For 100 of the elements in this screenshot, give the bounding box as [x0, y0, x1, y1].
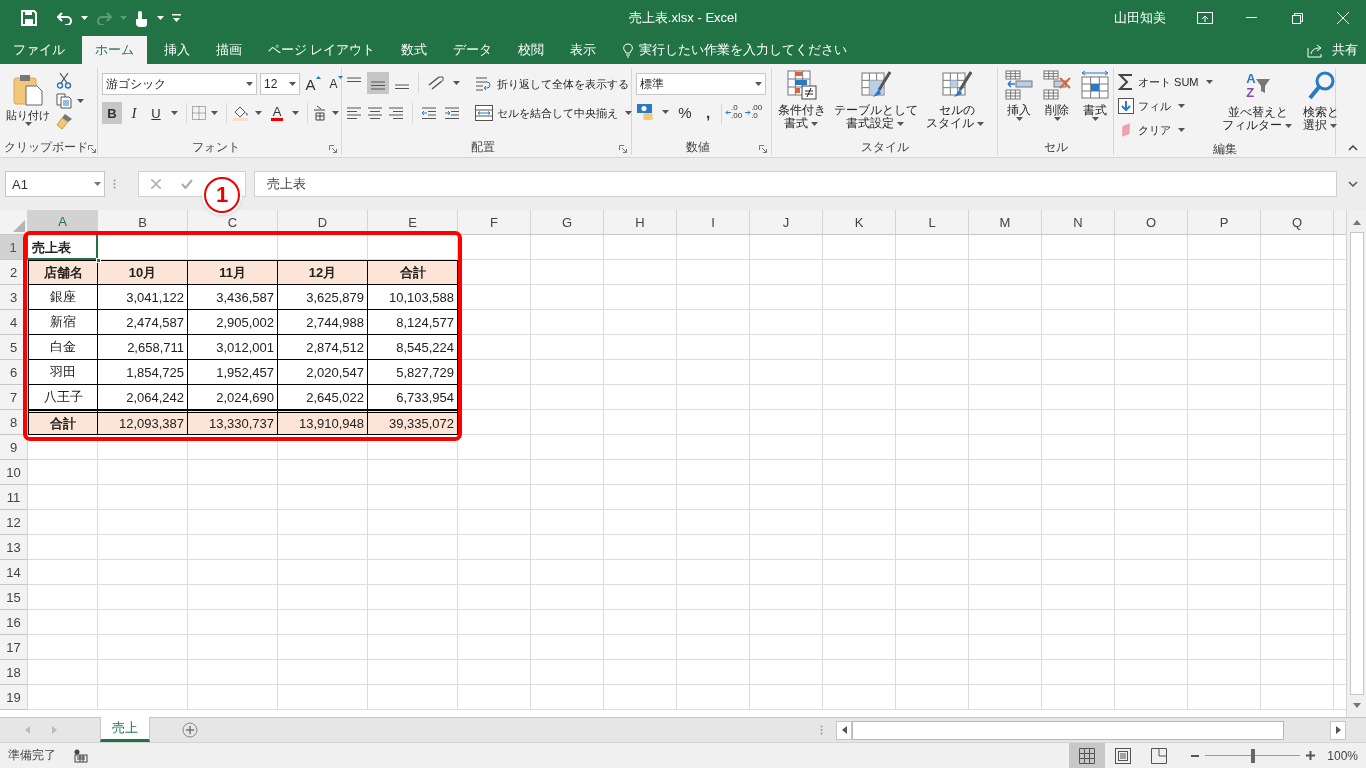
align-center-icon[interactable]: [367, 105, 383, 121]
column-header[interactable]: H: [604, 210, 677, 235]
customize-icon[interactable]: [172, 14, 181, 22]
italic-button[interactable]: I: [124, 102, 144, 124]
column-header[interactable]: Q: [1261, 210, 1334, 235]
caret-icon[interactable]: [292, 111, 299, 115]
caret-icon[interactable]: [157, 16, 164, 20]
shrink-font-button[interactable]: A: [326, 73, 346, 95]
align-right-icon[interactable]: [388, 105, 404, 121]
column-header[interactable]: O: [1115, 210, 1188, 235]
fill-handle[interactable]: [96, 258, 101, 263]
bold-button[interactable]: B: [102, 102, 122, 124]
format-painter-icon[interactable]: [56, 113, 73, 130]
row-header[interactable]: 17: [0, 635, 28, 660]
ribbon-tab[interactable]: 描画: [203, 36, 255, 64]
caret-icon[interactable]: [1091, 117, 1099, 121]
ribbon-tab[interactable]: データ: [440, 36, 506, 64]
clear-button[interactable]: クリア: [1118, 119, 1216, 141]
ribbon-tab[interactable]: 挿入: [151, 36, 203, 64]
caret-icon[interactable]: [453, 81, 460, 85]
minimize-icon[interactable]: [1245, 17, 1257, 19]
font-color-button[interactable]: A: [267, 102, 287, 124]
ribbon-tab[interactable]: ファイル: [0, 36, 78, 64]
close-icon[interactable]: [1337, 12, 1349, 24]
column-header[interactable]: K: [823, 210, 896, 235]
caret-icon[interactable]: [255, 111, 262, 115]
caret-icon[interactable]: [1205, 80, 1213, 84]
caret-icon[interactable]: [94, 182, 101, 186]
expand-icon[interactable]: [1348, 181, 1358, 187]
zoom-in-icon[interactable]: [1306, 751, 1316, 760]
ribbon-tab[interactable]: 校閲: [505, 36, 558, 64]
currency-icon[interactable]: [636, 103, 656, 121]
scroll-down-icon[interactable]: [1352, 702, 1361, 708]
font-name-field[interactable]: 游ゴシック: [102, 73, 257, 95]
ribbon-display-icon[interactable]: [1197, 12, 1213, 24]
style-button[interactable]: テーブルとして 書式設定: [832, 68, 920, 139]
formula-field[interactable]: 売上表: [254, 171, 1337, 197]
decrease-decimal-button[interactable]: .00 .0: [745, 104, 763, 120]
caret-icon[interactable]: [171, 111, 178, 115]
find-select-button[interactable]: 検索と 選択: [1300, 68, 1342, 141]
row-header[interactable]: 10: [0, 460, 28, 485]
caret-icon[interactable]: [810, 121, 818, 126]
cells-button[interactable]: 書式: [1078, 68, 1112, 139]
increase-indent-icon[interactable]: [444, 105, 462, 121]
collapse-ribbon-icon[interactable]: [1348, 145, 1358, 151]
caret-icon[interactable]: [246, 82, 253, 86]
merge-center-button[interactable]: セルを結合して中央揃え: [475, 102, 635, 124]
number-format-field[interactable]: 標準: [636, 73, 766, 95]
caret-icon[interactable]: [332, 111, 339, 115]
caret-icon[interactable]: [1329, 123, 1337, 128]
cells-button[interactable]: 削除: [1040, 68, 1074, 139]
save-icon[interactable]: [21, 10, 37, 26]
column-header[interactable]: L: [896, 210, 969, 235]
underline-button[interactable]: U: [146, 102, 166, 124]
scroll-left-icon[interactable]: [841, 726, 847, 734]
touch-icon[interactable]: [135, 9, 149, 27]
column-header[interactable]: N: [1042, 210, 1115, 235]
style-button[interactable]: セルの スタイル: [924, 68, 989, 139]
cut-icon[interactable]: [56, 72, 72, 89]
ribbon-tab[interactable]: ページ レイアウト: [255, 36, 389, 64]
launcher-icon[interactable]: [759, 145, 767, 153]
wrap-text-button[interactable]: 折り返して全体を表示する: [475, 73, 635, 95]
column-header[interactable]: G: [531, 210, 604, 235]
launcher-icon[interactable]: [329, 145, 337, 153]
caret-icon[interactable]: [662, 110, 669, 114]
column-header[interactable]: J: [750, 210, 823, 235]
row-header[interactable]: 18: [0, 660, 28, 685]
caret-icon[interactable]: [1284, 123, 1292, 128]
tell-me-field[interactable]: 実行したい作業を入力してください: [623, 36, 848, 64]
row-header[interactable]: 12: [0, 510, 28, 535]
row-header[interactable]: 11: [0, 485, 28, 510]
fill-color-icon[interactable]: [232, 105, 250, 121]
caret-icon[interactable]: [755, 82, 762, 86]
percent-button[interactable]: %: [675, 101, 695, 123]
fill-button[interactable]: フィル: [1118, 95, 1216, 117]
scroll-right-icon[interactable]: [1335, 726, 1341, 734]
check-icon[interactable]: [181, 179, 193, 189]
restore-icon[interactable]: [1291, 12, 1303, 24]
row-header[interactable]: 16: [0, 610, 28, 635]
cells-button[interactable]: 挿入: [1002, 68, 1036, 139]
align-middle-button[interactable]: [367, 72, 389, 94]
column-header[interactable]: P: [1188, 210, 1261, 235]
caret-icon[interactable]: [211, 111, 218, 115]
style-button[interactable]: 条件付き 書式: [776, 68, 828, 139]
caret-icon[interactable]: [896, 121, 904, 126]
row-header[interactable]: 13: [0, 535, 28, 560]
zoom-out-icon[interactable]: [1191, 754, 1200, 757]
caret-icon[interactable]: [77, 99, 84, 103]
macro-record-icon[interactable]: [74, 748, 88, 763]
share-button[interactable]: 共有: [1307, 36, 1366, 64]
caret-icon[interactable]: [1178, 128, 1185, 132]
caret-icon[interactable]: [977, 121, 984, 126]
phonetic-guide-icon[interactable]: [313, 105, 327, 121]
row-header[interactable]: 9: [0, 435, 28, 460]
launcher-icon[interactable]: [619, 145, 627, 153]
orientation-icon[interactable]: [427, 75, 445, 91]
column-header[interactable]: M: [969, 210, 1042, 235]
row-header[interactable]: 14: [0, 560, 28, 585]
increase-decimal-button[interactable]: .0 .00: [725, 104, 743, 120]
zoom-level[interactable]: 100%: [1327, 748, 1358, 763]
